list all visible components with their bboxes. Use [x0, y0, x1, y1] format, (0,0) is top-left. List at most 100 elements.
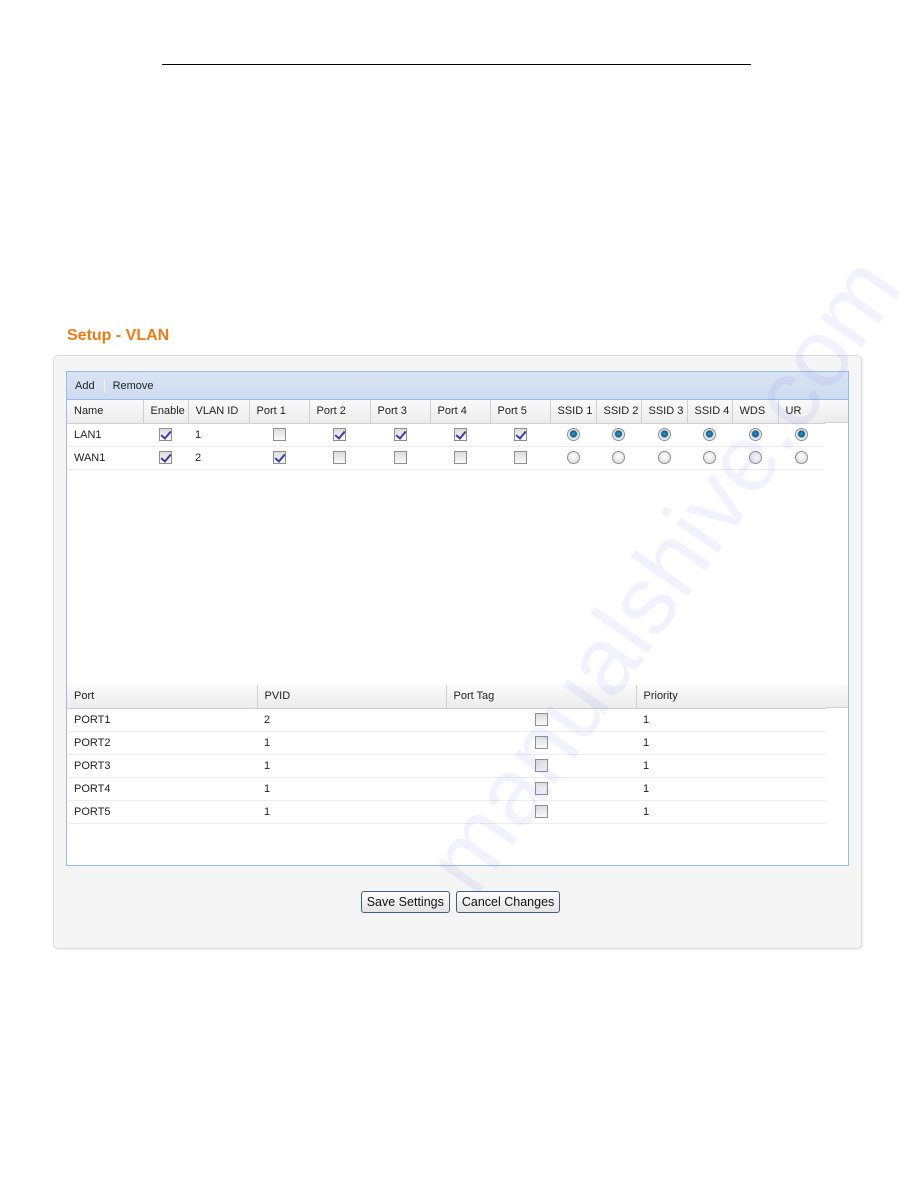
- column-header-ssid-3[interactable]: SSID 3: [641, 400, 688, 424]
- port-row[interactable]: PORT1 2 1: [67, 708, 826, 732]
- column-header-wds[interactable]: WDS: [732, 400, 779, 424]
- column-header-ssid-2[interactable]: SSID 2: [596, 400, 642, 424]
- port-tag-cell: [446, 731, 636, 755]
- pvid-value[interactable]: 1: [257, 754, 446, 778]
- port-2-cell: [309, 446, 370, 470]
- ssid-3-cell: [641, 423, 687, 447]
- ssid-4-cell: [687, 446, 732, 470]
- port-3-checkbox[interactable]: [393, 428, 407, 441]
- port-tag-cell: [446, 708, 636, 732]
- cancel-changes-button[interactable]: Cancel Changes: [455, 891, 561, 913]
- ur-cell: [778, 423, 824, 447]
- header-filler: [826, 685, 848, 708]
- port-tag-cell: [446, 754, 636, 778]
- port-5-checkbox[interactable]: [513, 451, 527, 464]
- ssid-1-radio[interactable]: [566, 428, 580, 441]
- port-tag-checkbox[interactable]: [534, 805, 548, 818]
- ur-cell: [778, 446, 824, 470]
- enable-checkbox[interactable]: [159, 428, 172, 441]
- priority-value[interactable]: 1: [636, 754, 826, 778]
- column-header-port[interactable]: Port: [67, 685, 258, 709]
- ssid-3-radio[interactable]: [657, 451, 671, 464]
- wds-radio[interactable]: [748, 428, 762, 441]
- port-4-checkbox[interactable]: [453, 428, 467, 441]
- ssid-2-cell: [596, 423, 641, 447]
- port-3-checkbox[interactable]: [393, 451, 407, 464]
- port-tag-checkbox[interactable]: [534, 782, 548, 795]
- column-header-port-5[interactable]: Port 5: [490, 400, 551, 424]
- column-header-port-4[interactable]: Port 4: [430, 400, 491, 424]
- port-1-checkbox[interactable]: [272, 451, 286, 464]
- ssid-2-radio[interactable]: [612, 428, 625, 441]
- save-settings-button[interactable]: Save Settings: [360, 891, 450, 913]
- priority-value[interactable]: 1: [636, 708, 826, 732]
- port-4-checkbox[interactable]: [453, 451, 467, 464]
- port-5-checkbox[interactable]: [513, 428, 527, 441]
- port-tag-checkbox[interactable]: [534, 713, 548, 726]
- vlan-row[interactable]: LAN1 1: [67, 423, 824, 447]
- column-header-port-1[interactable]: Port 1: [249, 400, 310, 424]
- toolbar-separator: [103, 378, 105, 393]
- column-header-vlan-id[interactable]: VLAN ID: [188, 400, 250, 424]
- ssid-4-radio[interactable]: [703, 428, 716, 441]
- pvid-value[interactable]: 2: [257, 708, 446, 732]
- column-header-ur[interactable]: UR: [778, 400, 825, 424]
- vlan-grid: Add Remove Name Enable VLAN ID Port 1 Po…: [66, 371, 849, 866]
- priority-value[interactable]: 1: [636, 731, 826, 755]
- column-header-port-tag[interactable]: Port Tag: [446, 685, 637, 709]
- ssid-2-cell: [596, 446, 641, 470]
- port-tag-checkbox[interactable]: [534, 736, 548, 749]
- pvid-value[interactable]: 1: [257, 800, 446, 824]
- priority-value[interactable]: 1: [636, 800, 826, 824]
- port-tag-checkbox[interactable]: [534, 759, 548, 772]
- pvid-value[interactable]: 1: [257, 731, 446, 755]
- ur-radio[interactable]: [794, 428, 808, 441]
- port-5-cell: [490, 446, 550, 470]
- port-3-cell: [370, 446, 430, 470]
- vlan-table: Name Enable VLAN ID Port 1 Port 2 Port 3…: [67, 400, 825, 470]
- port-3-cell: [370, 423, 430, 447]
- priority-value[interactable]: 1: [636, 777, 826, 801]
- column-header-enable[interactable]: Enable: [143, 400, 189, 424]
- column-header-ssid-4[interactable]: SSID 4: [687, 400, 733, 424]
- port-2-checkbox[interactable]: [333, 451, 346, 464]
- ssid-3-cell: [641, 446, 687, 470]
- column-header-port-2[interactable]: Port 2: [309, 400, 371, 424]
- port-5-cell: [490, 423, 550, 447]
- add-button[interactable]: Add: [74, 380, 96, 392]
- remove-button[interactable]: Remove: [112, 380, 155, 392]
- port-2-checkbox[interactable]: [333, 428, 346, 441]
- enable-cell: [143, 423, 188, 447]
- port-1-cell: [249, 446, 309, 470]
- column-header-name[interactable]: Name: [67, 400, 144, 424]
- ssid-1-radio[interactable]: [566, 451, 580, 464]
- port-row[interactable]: PORT5 1 1: [67, 800, 826, 824]
- column-header-priority[interactable]: Priority: [636, 685, 827, 709]
- vlan-table-header: Name Enable VLAN ID Port 1 Port 2 Port 3…: [67, 400, 825, 424]
- ssid-4-radio[interactable]: [703, 451, 716, 464]
- vlan-row[interactable]: WAN1 2: [67, 446, 824, 470]
- column-header-ssid-1[interactable]: SSID 1: [550, 400, 597, 424]
- wds-radio[interactable]: [748, 451, 762, 464]
- header-rule: [162, 64, 751, 65]
- ssid-2-radio[interactable]: [612, 451, 625, 464]
- enable-checkbox[interactable]: [159, 451, 172, 464]
- ssid-1-cell: [550, 423, 596, 447]
- column-header-port-3[interactable]: Port 3: [370, 400, 431, 424]
- port-1-cell: [249, 423, 309, 447]
- port-tag-cell: [446, 800, 636, 824]
- port-name: PORT2: [67, 731, 257, 755]
- port-row[interactable]: PORT4 1 1: [67, 777, 826, 801]
- port-name: PORT4: [67, 777, 257, 801]
- pvid-value[interactable]: 1: [257, 777, 446, 801]
- vlan-id[interactable]: 2: [188, 446, 249, 470]
- port-1-checkbox[interactable]: [272, 428, 286, 441]
- port-row[interactable]: PORT2 1 1: [67, 731, 826, 755]
- grid-toolbar: Add Remove: [67, 372, 848, 400]
- port-row[interactable]: PORT3 1 1: [67, 754, 826, 778]
- port-2-cell: [309, 423, 370, 447]
- vlan-id[interactable]: 1: [188, 423, 249, 447]
- ssid-3-radio[interactable]: [657, 428, 671, 441]
- ur-radio[interactable]: [794, 451, 808, 464]
- column-header-pvid[interactable]: PVID: [257, 685, 447, 709]
